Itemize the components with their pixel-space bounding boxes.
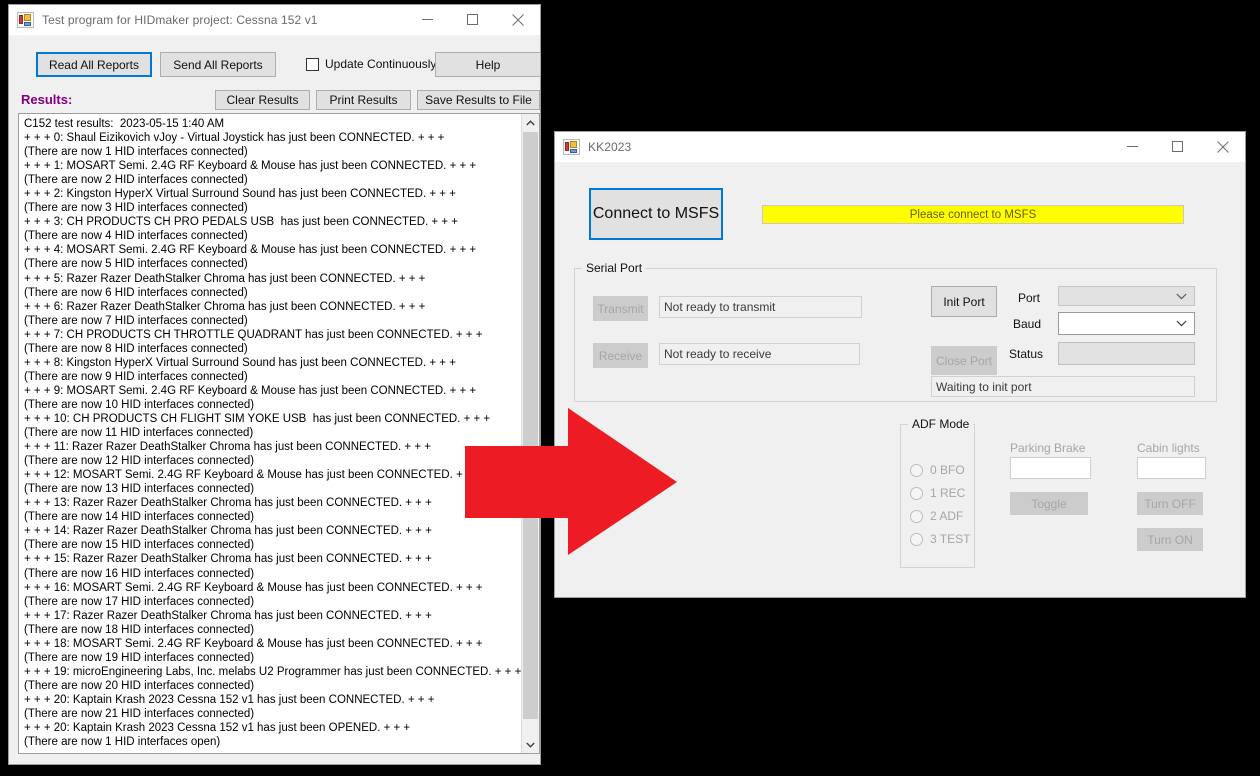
- hidmaker-window-controls: [405, 5, 540, 35]
- adf-mode-option-label: 1 REC: [930, 486, 966, 500]
- radio-circle-icon: [910, 509, 923, 523]
- print-results-button[interactable]: Print Results: [316, 90, 411, 110]
- adf-mode-option-label: 2 ADF: [930, 509, 964, 523]
- close-icon[interactable]: [1200, 132, 1245, 162]
- minimize-icon[interactable]: [405, 5, 450, 35]
- serial-port-groupbox: Serial Port Transmit Not ready to transm…: [574, 261, 1217, 402]
- kk2023-window-title: KK2023: [588, 139, 632, 154]
- adf-mode-group-title: ADF Mode: [908, 417, 974, 431]
- winforms-app-icon: [563, 138, 580, 155]
- parking-brake-label: Parking Brake: [1010, 441, 1086, 455]
- read-all-reports-button[interactable]: Read All Reports: [36, 52, 152, 77]
- adf-mode-option-3[interactable]: 3 TEST: [910, 532, 970, 546]
- close-port-button[interactable]: Close Port: [931, 346, 997, 375]
- results-label: Results:: [21, 92, 73, 107]
- minimize-icon[interactable]: [1110, 132, 1155, 162]
- adf-mode-option-2[interactable]: 2 ADF: [910, 509, 963, 523]
- cabin-lights-turn-on-button[interactable]: Turn ON: [1137, 528, 1203, 551]
- msfs-status-banner: Please connect to MSFS: [762, 205, 1184, 224]
- scrollbar-thumb[interactable]: [523, 132, 538, 719]
- port-select[interactable]: [1058, 286, 1195, 306]
- radio-circle-icon: [910, 486, 923, 500]
- desktop-background: Test program for HIDmaker project: Cessn…: [0, 0, 1260, 776]
- cabin-lights-field: [1137, 457, 1206, 479]
- baud-select[interactable]: [1058, 312, 1195, 335]
- adf-mode-groupbox: ADF Mode 0 BFO 1 REC 2 ADF 3 TEST: [900, 417, 975, 568]
- serial-status-label: Status: [1009, 347, 1044, 361]
- hidmaker-titlebar[interactable]: Test program for HIDmaker project: Cessn…: [9, 5, 540, 35]
- transmit-status-field: Not ready to transmit: [659, 296, 862, 318]
- results-log-text: C152 test results: 2023-05-15 1:40 AM + …: [24, 118, 522, 749]
- winforms-app-icon: [17, 11, 34, 28]
- adf-mode-option-label: 3 TEST: [930, 532, 971, 546]
- kk2023-window: KK2023 Connect to MSFS Please connect to…: [554, 131, 1246, 598]
- kk2023-window-controls: [1110, 132, 1245, 162]
- maximize-icon[interactable]: [450, 5, 495, 35]
- save-results-button[interactable]: Save Results to File: [417, 90, 540, 110]
- chevron-down-icon[interactable]: [522, 736, 539, 753]
- transmit-button[interactable]: Transmit: [593, 296, 648, 321]
- chevron-down-icon: [1176, 320, 1187, 327]
- msfs-status-text: Please connect to MSFS: [909, 208, 1037, 221]
- parking-brake-toggle-button[interactable]: Toggle: [1010, 492, 1088, 515]
- port-label: Port: [1018, 291, 1041, 305]
- update-continuously-label: Update Continuously: [325, 57, 437, 71]
- cabin-lights-turn-off-button[interactable]: Turn OFF: [1137, 492, 1203, 515]
- clear-results-button[interactable]: Clear Results: [215, 90, 310, 110]
- receive-status-field: Not ready to receive: [659, 343, 860, 365]
- adf-mode-option-0[interactable]: 0 BFO: [910, 463, 965, 477]
- adf-mode-option-1[interactable]: 1 REC: [910, 486, 965, 500]
- update-continuously-checkbox[interactable]: Update Continuously: [306, 57, 436, 71]
- help-button[interactable]: Help: [435, 52, 541, 77]
- chevron-up-icon[interactable]: [522, 114, 539, 131]
- maximize-icon[interactable]: [1155, 132, 1200, 162]
- cabin-lights-label: Cabin lights: [1137, 441, 1200, 455]
- init-status-field: Waiting to init port: [931, 376, 1195, 397]
- send-all-reports-button[interactable]: Send All Reports: [160, 52, 276, 77]
- serial-status-field: [1058, 342, 1195, 365]
- close-icon[interactable]: [495, 5, 540, 35]
- adf-mode-option-label: 0 BFO: [930, 463, 965, 477]
- kk2023-titlebar[interactable]: KK2023: [555, 132, 1245, 162]
- checkbox-box-icon: [306, 57, 319, 71]
- hidmaker-window-title: Test program for HIDmaker project: Cessn…: [42, 12, 318, 27]
- results-text-area[interactable]: C152 test results: 2023-05-15 1:40 AM + …: [18, 113, 540, 754]
- parking-brake-field: [1010, 457, 1091, 479]
- serial-port-group-title: Serial Port: [582, 261, 647, 275]
- init-port-button[interactable]: Init Port: [931, 286, 997, 317]
- receive-button[interactable]: Receive: [593, 343, 648, 368]
- chevron-down-icon: [1176, 293, 1187, 299]
- connect-to-msfs-button[interactable]: Connect to MSFS: [589, 188, 723, 240]
- baud-label: Baud: [1013, 317, 1042, 331]
- hidmaker-test-window: Test program for HIDmaker project: Cessn…: [8, 4, 541, 765]
- radio-circle-icon: [910, 463, 923, 477]
- results-scrollbar[interactable]: [521, 114, 539, 753]
- radio-circle-icon: [910, 532, 923, 546]
